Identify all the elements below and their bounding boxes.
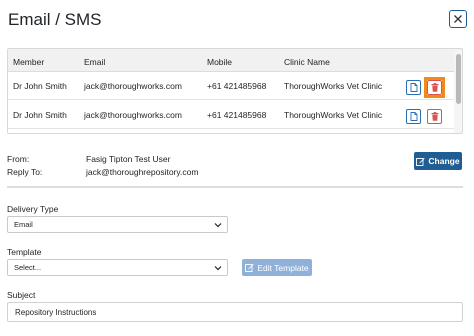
template-label: Template — [7, 247, 42, 257]
change-button[interactable]: Change — [414, 152, 462, 170]
reply-to-label: Reply To: — [7, 167, 43, 177]
document-icon — [410, 83, 417, 92]
email-cell: jack@thoroughworks.com — [84, 110, 182, 120]
from-value: Fasig Tipton Test User — [86, 154, 171, 164]
table-row: Dr John Smith jack@thoroughworks.com +61… — [8, 101, 454, 129]
dialog-title: Email / SMS — [8, 10, 102, 29]
close-button[interactable] — [449, 10, 467, 28]
edit-template-button[interactable]: Edit Template — [242, 259, 312, 276]
scrollbar-thumb[interactable] — [456, 54, 461, 104]
mobile-cell: +61 421485968 — [207, 81, 267, 91]
recipients-table: Member Email Mobile Clinic Name Dr John … — [7, 48, 463, 134]
template-select[interactable]: Select... — [7, 259, 228, 276]
trash-icon — [431, 83, 438, 92]
edit-icon — [416, 157, 426, 166]
delivery-type-value: Email — [14, 220, 33, 229]
table-scrollbar[interactable] — [454, 50, 462, 133]
document-icon — [410, 112, 417, 121]
email-cell: jack@thoroughworks.com — [84, 81, 182, 91]
member-cell: Dr John Smith — [13, 81, 67, 91]
column-header-email: Email — [84, 57, 106, 67]
mobile-cell: +61 421485968 — [207, 110, 267, 120]
clinic-cell: ThoroughWorks Vet Clinic — [284, 110, 383, 120]
subject-value: Repository Instructions — [15, 307, 97, 317]
reply-to-value: jack@thoroughrepository.com — [86, 167, 199, 177]
table-row: Dr John Smith jack@thoroughworks.com +61… — [8, 72, 454, 100]
delete-button[interactable] — [427, 80, 442, 95]
chevron-down-icon — [214, 266, 222, 271]
delete-button[interactable] — [427, 109, 442, 124]
column-header-clinic: Clinic Name — [284, 57, 330, 67]
edit-template-label: Edit Template — [257, 262, 309, 273]
subject-input[interactable]: Repository Instructions — [7, 302, 463, 322]
change-button-label: Change — [428, 156, 460, 166]
section-divider — [7, 186, 463, 188]
column-header-member: Member — [13, 57, 45, 67]
delivery-type-label: Delivery Type — [7, 204, 59, 214]
column-header-mobile: Mobile — [207, 57, 233, 67]
from-label: From: — [7, 154, 30, 164]
clinic-cell: ThoroughWorks Vet Clinic — [284, 81, 383, 91]
delivery-type-select[interactable]: Email — [7, 216, 228, 233]
edit-icon — [245, 264, 254, 272]
member-cell: Dr John Smith — [13, 110, 67, 120]
trash-icon — [431, 112, 438, 121]
chevron-down-icon — [214, 223, 222, 228]
table-header: Member Email Mobile Clinic Name — [8, 49, 462, 72]
view-document-button[interactable] — [406, 109, 421, 124]
subject-label: Subject — [7, 290, 36, 300]
view-document-button[interactable] — [406, 80, 421, 95]
template-value: Select... — [14, 263, 42, 272]
close-icon — [454, 15, 462, 23]
